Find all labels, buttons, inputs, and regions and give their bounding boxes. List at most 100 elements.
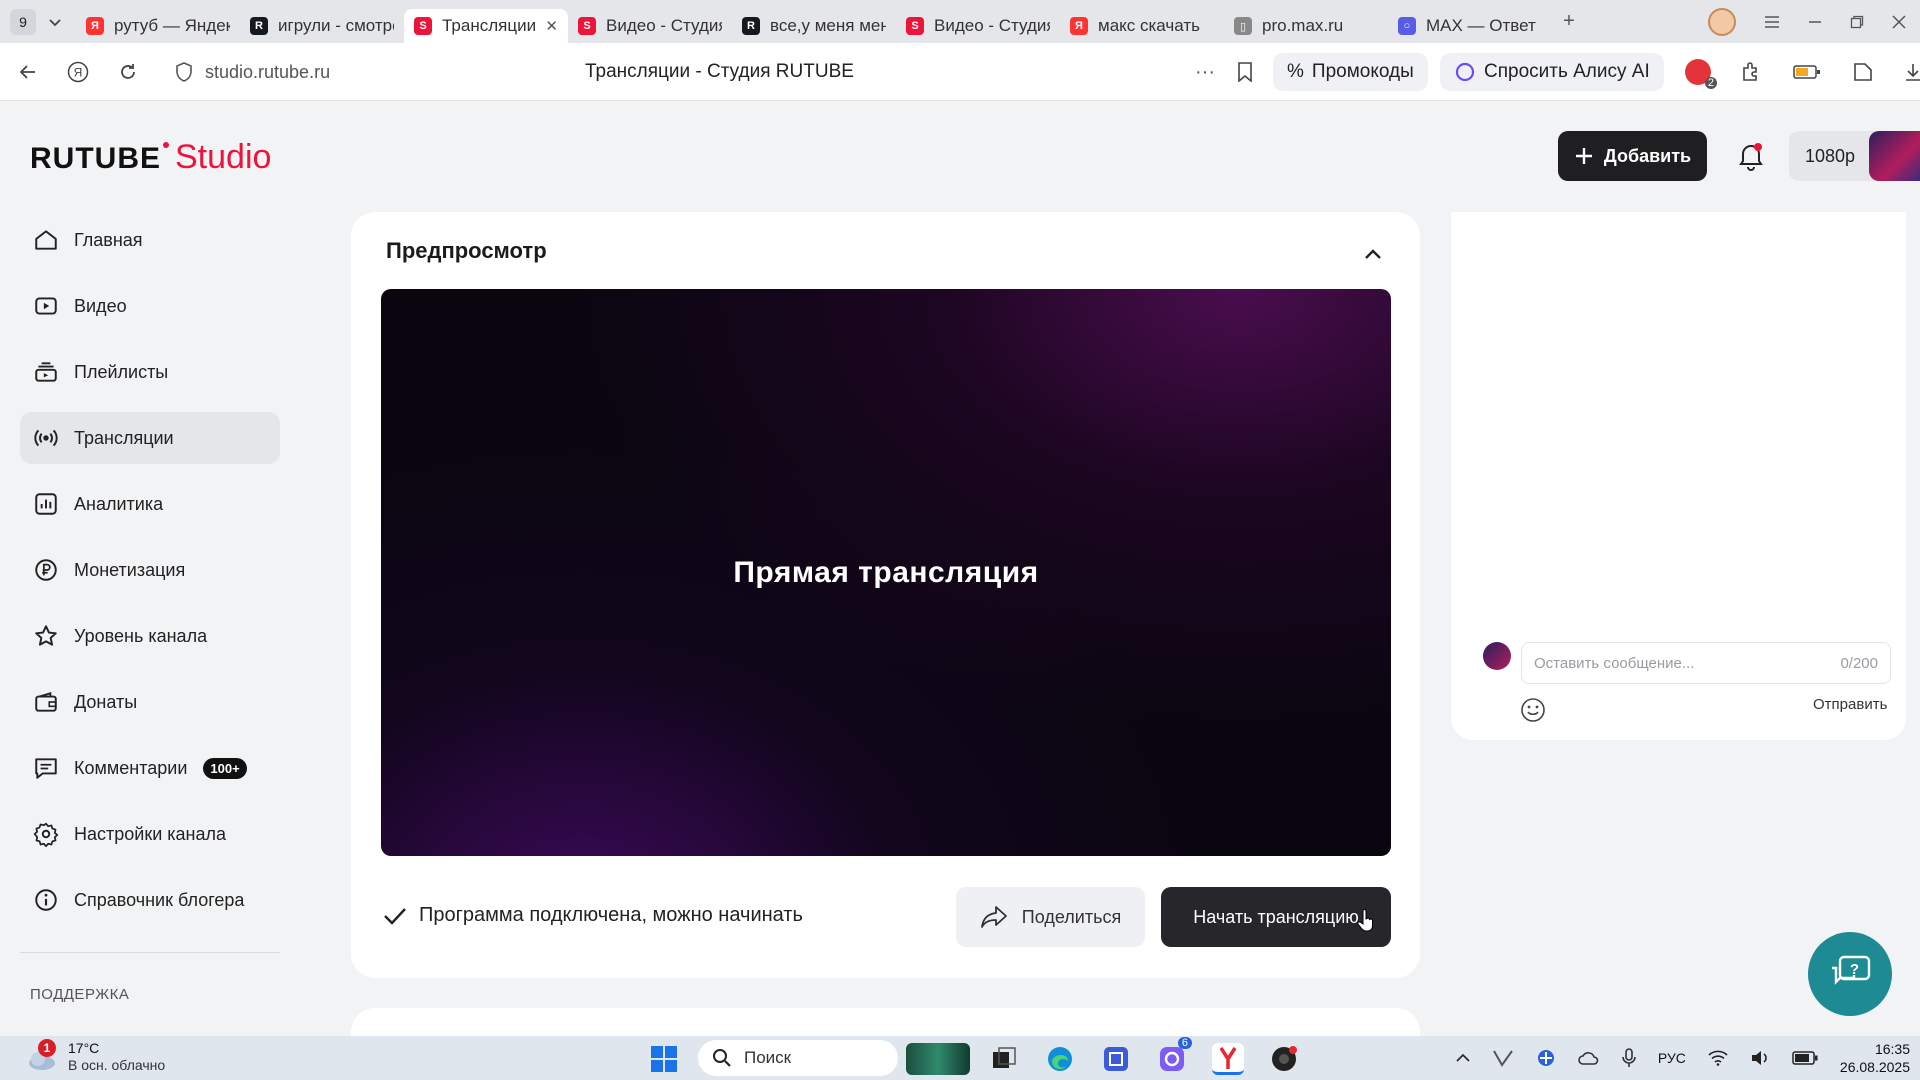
- tab-favicon-icon: S: [414, 17, 432, 35]
- task-view-icon[interactable]: [988, 1043, 1020, 1075]
- help-chat-button[interactable]: ?: [1808, 932, 1892, 1016]
- browser-tab-2[interactable]: S Трансляции ✕: [404, 9, 568, 43]
- broadcast-icon: [32, 424, 60, 452]
- share-button[interactable]: Поделиться: [956, 887, 1145, 947]
- windows-start-icon[interactable]: [648, 1043, 680, 1075]
- promo-button[interactable]: % Промокоды: [1273, 53, 1428, 91]
- sidebar-item-5[interactable]: Монетизация: [20, 544, 280, 596]
- sidebar-item-label: Настройки канала: [74, 823, 227, 844]
- tab-favicon-icon: S: [906, 17, 924, 35]
- weather-widget[interactable]: 1 17°C В осн. облачно: [26, 1038, 165, 1073]
- search-highlight-image[interactable]: [906, 1043, 970, 1075]
- browser-tab-5[interactable]: S Видео - Студия: [896, 9, 1060, 43]
- collapse-chevron-up-icon[interactable]: [1360, 242, 1386, 268]
- start-broadcast-button[interactable]: Начать трансляцию: [1161, 887, 1391, 947]
- browser-tab-6[interactable]: Ямакс скачать: [1060, 9, 1224, 43]
- checkmark-icon: [383, 906, 407, 926]
- tray-volume-icon[interactable]: [1750, 1049, 1770, 1067]
- add-button-label: Добавить: [1603, 145, 1692, 166]
- tab-list-chevron-icon[interactable]: [42, 9, 68, 35]
- new-tab-button[interactable]: +: [1556, 9, 1582, 35]
- tab-title: Трансляции: [442, 16, 536, 35]
- close-window-icon[interactable]: [1892, 14, 1906, 29]
- messenger-icon[interactable]: 6: [1156, 1037, 1192, 1075]
- stream-preview-player[interactable]: Прямая трансляция: [381, 289, 1391, 856]
- emoji-icon[interactable]: [1519, 696, 1547, 724]
- download-icon[interactable]: [1898, 57, 1920, 87]
- tab-count-button[interactable]: 9: [10, 8, 36, 35]
- profile-icon[interactable]: [1708, 7, 1736, 36]
- tray-wifi-icon[interactable]: [1708, 1050, 1728, 1066]
- weather-alert-badge: 1: [38, 1038, 56, 1057]
- sidebar-item-label: Справочник блогера: [74, 889, 245, 910]
- comments-count-badge: 100+: [203, 757, 247, 779]
- tab-title: Видео - Студия: [606, 16, 722, 35]
- yandex-home-button[interactable]: Я: [56, 50, 100, 94]
- support-heading: ПОДДЕРЖКА: [30, 986, 130, 1003]
- collections-icon[interactable]: [1848, 57, 1878, 87]
- ask-alice-button[interactable]: Спросить Алису AI: [1440, 53, 1664, 91]
- tab-title: MAX — Ответ: [1426, 16, 1536, 35]
- url-field[interactable]: studio.rutube.ru Трансляции - Студия RUT…: [175, 43, 1265, 101]
- sidebar-item-4[interactable]: Аналитика: [20, 478, 280, 530]
- battery-saver-icon[interactable]: [1792, 57, 1822, 87]
- sidebar-item-6[interactable]: Уровень канала: [20, 610, 280, 662]
- extensions-puzzle-icon[interactable]: [1737, 57, 1767, 87]
- user-avatar[interactable]: [1869, 131, 1920, 181]
- tab-title: макс скачать: [1098, 16, 1200, 35]
- obs-app-icon[interactable]: [1268, 1043, 1300, 1075]
- minimize-icon[interactable]: [1808, 15, 1822, 29]
- sidebar-item-1[interactable]: Видео: [20, 280, 280, 332]
- edge-browser-icon[interactable]: [1044, 1043, 1076, 1075]
- browser-tab-8[interactable]: ○ MAX — Ответ: [1388, 9, 1552, 43]
- tray-chevron-up-icon[interactable]: [1456, 1053, 1470, 1063]
- browser-tab-7[interactable]: ▯ pro.max.ru: [1224, 9, 1388, 43]
- url-host: studio.rutube.ru: [205, 61, 331, 82]
- restore-icon[interactable]: [1850, 15, 1864, 29]
- taskbar-search[interactable]: Поиск: [698, 1040, 898, 1076]
- more-icon[interactable]: ···: [1195, 61, 1215, 84]
- adblock-extension-icon[interactable]: 2: [1683, 57, 1717, 89]
- system-tray: РУС 16:35 26.08.2025: [1456, 1036, 1920, 1080]
- sidebar-item-8[interactable]: Комментарии 100+: [20, 742, 280, 794]
- yandex-browser-icon[interactable]: [1212, 1043, 1244, 1075]
- tab-title: все,у меня меня: [770, 16, 886, 35]
- info-icon: [32, 886, 60, 914]
- tab-title: игрули - смотреть: [278, 16, 394, 35]
- browser-tab-3[interactable]: S Видео - Студия: [568, 9, 732, 43]
- reload-button[interactable]: [106, 50, 150, 94]
- rutube-studio-logo[interactable]: RUTUBE Studio: [30, 138, 271, 177]
- tray-language[interactable]: РУС: [1658, 1050, 1686, 1066]
- browser-tab-0[interactable]: Ярутуб — Яндекс: [76, 9, 240, 43]
- preview-card: Предпросмотр Прямая трансляция Программа…: [351, 212, 1420, 978]
- sidebar-item-9[interactable]: Настройки канала: [20, 808, 280, 860]
- back-button[interactable]: [6, 50, 50, 94]
- tab-favicon-icon: ▯: [1234, 17, 1252, 35]
- sidebar-item-3[interactable]: Трансляции: [20, 412, 280, 464]
- store-icon[interactable]: [1100, 1043, 1132, 1075]
- tray-cloud-icon[interactable]: [1578, 1050, 1600, 1066]
- tab-close-icon[interactable]: ✕: [545, 17, 558, 35]
- tray-vpn-icon[interactable]: [1536, 1048, 1556, 1068]
- tray-app-icon[interactable]: [1492, 1049, 1514, 1067]
- comment-icon: [32, 754, 60, 782]
- sidebar-item-2[interactable]: Плейлисты: [20, 346, 280, 398]
- sidebar-item-10[interactable]: Справочник блогера: [20, 874, 280, 926]
- sidebar-divider: [20, 952, 280, 953]
- chat-send-button[interactable]: Отправить: [1813, 696, 1887, 713]
- chat-message-input[interactable]: Оставить сообщение... 0/200: [1521, 642, 1891, 684]
- shield-icon: [175, 62, 193, 82]
- notifications-bell-icon[interactable]: [1733, 138, 1769, 174]
- window-controls: [1708, 0, 1920, 43]
- browser-menu-icon[interactable]: [1764, 15, 1780, 29]
- start-broadcast-label: Начать трансляцию: [1193, 906, 1359, 927]
- add-button[interactable]: Добавить: [1558, 131, 1707, 181]
- bookmark-icon[interactable]: [1237, 62, 1253, 82]
- tray-clock[interactable]: 16:35 26.08.2025: [1840, 1040, 1910, 1076]
- tray-microphone-icon[interactable]: [1622, 1048, 1636, 1068]
- browser-tab-4[interactable]: Rвсе,у меня меня: [732, 9, 896, 43]
- sidebar-item-7[interactable]: Донаты: [20, 676, 280, 728]
- sidebar-item-0[interactable]: Главная: [20, 214, 280, 266]
- tray-battery-icon[interactable]: [1792, 1051, 1818, 1065]
- browser-tab-1[interactable]: Rигрули - смотреть: [240, 9, 404, 43]
